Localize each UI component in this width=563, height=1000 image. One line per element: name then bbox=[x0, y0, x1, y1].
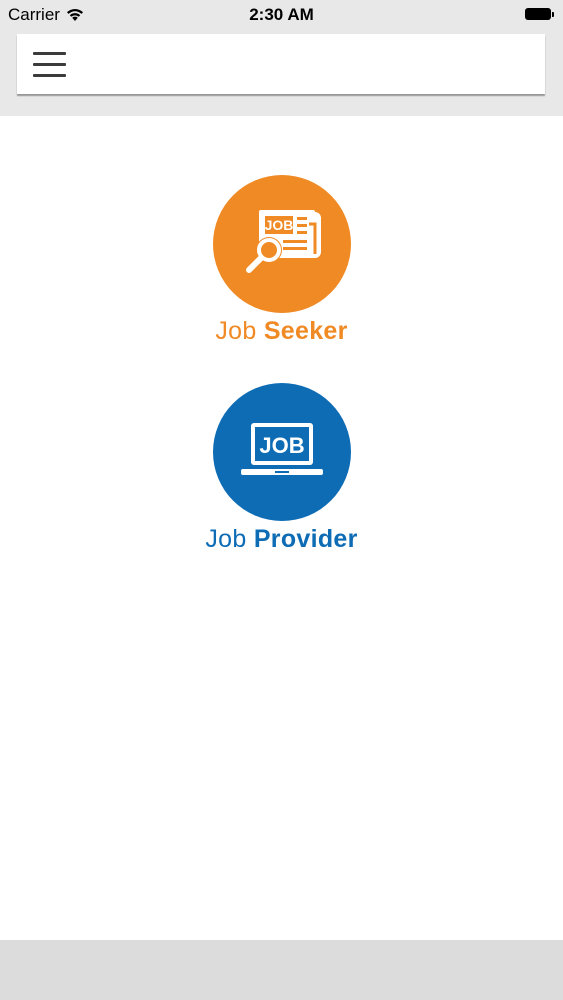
status-bar: Carrier 2:30 AM bbox=[0, 0, 563, 30]
provider-icon-text: JOB bbox=[259, 433, 304, 458]
job-provider-label[interactable]: Job Provider bbox=[205, 525, 357, 554]
top-area: Carrier 2:30 AM bbox=[0, 0, 563, 116]
seeker-icon-text: JOB bbox=[264, 217, 293, 233]
battery-icon bbox=[525, 7, 555, 21]
screen: Carrier 2:30 AM JOB Job Seeker JOB Job P… bbox=[0, 0, 563, 1000]
job-seeker-option[interactable]: JOB Job Seeker bbox=[0, 175, 563, 346]
job-seeker-label-bold: Seeker bbox=[263, 317, 348, 345]
job-seeker-circle[interactable]: JOB bbox=[212, 175, 351, 313]
job-seeker-label-light: Job bbox=[215, 317, 257, 345]
job-search-newspaper-icon: JOB bbox=[245, 210, 321, 273]
job-provider-label-bold: Provider bbox=[253, 525, 358, 553]
laptop-job-icon: JOB bbox=[240, 423, 323, 475]
bottom-bar bbox=[0, 940, 563, 1000]
clock: 2:30 AM bbox=[249, 5, 314, 24]
menu-button[interactable] bbox=[31, 48, 69, 82]
job-provider-label-light: Job bbox=[205, 525, 247, 553]
app-bar bbox=[17, 34, 545, 94]
job-provider-option[interactable]: JOB Job Provider bbox=[0, 383, 563, 554]
job-seeker-label[interactable]: Job Seeker bbox=[215, 317, 347, 346]
job-provider-circle[interactable]: JOB bbox=[212, 383, 351, 521]
